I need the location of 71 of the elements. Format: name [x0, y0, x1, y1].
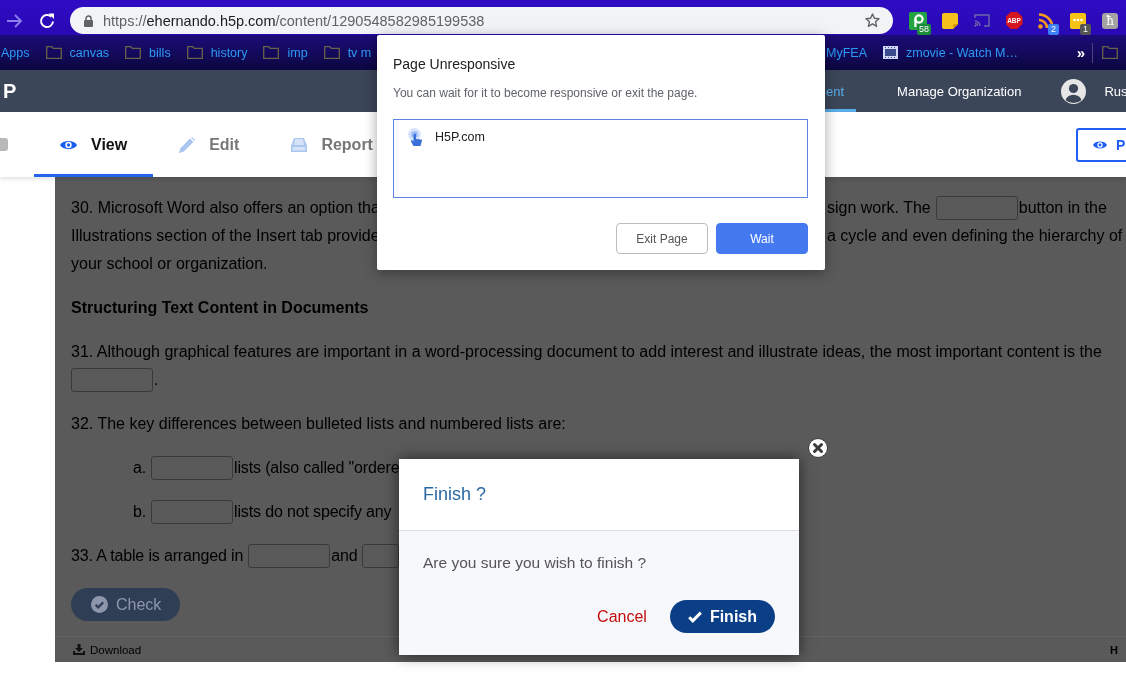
- count-badge: 1: [1080, 23, 1091, 35]
- p-logo-icon[interactable]: [909, 11, 927, 30]
- sticky-note-icon[interactable]: [942, 12, 958, 29]
- list-marker: a.: [133, 458, 147, 478]
- h5p-logo: H: [1110, 643, 1118, 656]
- tray-icon: [291, 137, 308, 152]
- avatar-icon[interactable]: [1061, 78, 1087, 104]
- section-heading: Structuring Text Content in Documents: [71, 298, 369, 318]
- dialog-message: You can wait for it to become responsive or exit the page.: [393, 85, 699, 101]
- count-badge: 2: [1048, 23, 1059, 35]
- address-bar[interactable]: https://ehernando.h5p.com/content/1290548582985199538: [70, 7, 893, 34]
- eye-icon: [60, 138, 77, 151]
- bookmark-folder[interactable]: imp: [263, 45, 308, 60]
- finish-button[interactable]: Finish: [669, 600, 775, 633]
- lock-icon: [84, 14, 93, 27]
- question-text: a cycle and even defining the hierarchy of: [827, 226, 1123, 246]
- preview-button[interactable]: P: [1076, 127, 1126, 162]
- folder-icon: [125, 46, 142, 59]
- bookmark-folder[interactable]: bills: [125, 45, 171, 60]
- nav-link[interactable]: Manage Organization: [896, 70, 1034, 112]
- question-text: sign work. The: [827, 198, 931, 218]
- dialog-button[interactable]: Wait: [716, 223, 808, 254]
- question-text: 33. A table is arranged in: [71, 546, 244, 566]
- folder-icon: [323, 46, 340, 59]
- folder-icon: [263, 46, 280, 59]
- question-text: and: [331, 546, 358, 566]
- cancel-button[interactable]: Cancel: [597, 607, 647, 626]
- question-text: 32. The key differences between bulleted lists and numbered lists are:: [71, 414, 566, 434]
- tab[interactable]: Report: [265, 112, 373, 177]
- question-text: lists do not specify any: [234, 502, 392, 522]
- arrow-right-icon: [7, 13, 23, 28]
- check-icon: [687, 610, 702, 623]
- download-icon: [73, 644, 85, 655]
- answer-blank[interactable]: [362, 544, 399, 568]
- bookmark-folder[interactable]: history: [186, 45, 248, 60]
- bookmark-link[interactable]: Apps: [1, 45, 30, 60]
- dialog-title: Finish ?: [423, 484, 487, 505]
- close-icon[interactable]: [808, 438, 828, 458]
- pencil-icon: [179, 136, 196, 153]
- dialog-title: Page Unresponsive: [393, 55, 517, 73]
- question-text: 31. Although graphical features are important in a word-processing document to add interest and illustrate ideas, the most important content is the: [71, 342, 1102, 362]
- check-circle-icon: [91, 596, 108, 613]
- star-icon[interactable]: [865, 13, 880, 28]
- dialog-message: Are you sure you wish to finish ?: [423, 553, 648, 573]
- question-text: your school or organization.: [71, 254, 268, 274]
- bookmark-link[interactable]: MyFEA: [826, 45, 867, 60]
- h5p-logo: P: [2, 79, 18, 103]
- touch-icon: [408, 128, 423, 146]
- tab[interactable]: Edit: [153, 112, 266, 177]
- film-icon: [883, 46, 898, 59]
- question-text: .: [154, 370, 159, 390]
- reload-icon: [39, 12, 55, 29]
- folder-icon: [186, 46, 203, 59]
- check-button[interactable]: Check: [71, 588, 181, 621]
- bookmark-folder[interactable]: tv m: [323, 45, 372, 60]
- page-name: H5P.com: [435, 130, 485, 144]
- download-link[interactable]: Download: [73, 643, 142, 656]
- more-bookmarks-button[interactable]: »: [1076, 44, 1085, 61]
- folder-icon[interactable]: [1102, 46, 1118, 59]
- url-text: https://ehernando.h5p.com/content/1290548582985199538: [103, 12, 485, 29]
- dialog-button[interactable]: Exit Page: [616, 223, 708, 254]
- count-badge: 58: [917, 23, 931, 35]
- eye-icon: [1093, 139, 1107, 150]
- question-text: button in the: [1018, 198, 1107, 218]
- bookmark-link[interactable]: zmovie - Watch M…: [883, 45, 1019, 60]
- question-text: Illustrations section of the Insert tab provide: [71, 226, 380, 246]
- list-marker: b.: [133, 502, 147, 522]
- cast-icon[interactable]: [974, 14, 990, 27]
- question-text: lists (also called "ordere: [234, 458, 400, 478]
- bookmark-folder[interactable]: canvas: [45, 45, 110, 60]
- folder-icon: [45, 46, 62, 59]
